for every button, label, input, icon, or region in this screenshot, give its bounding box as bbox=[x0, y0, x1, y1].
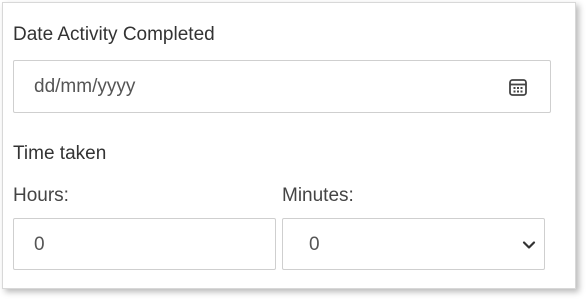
date-activity-label: Date Activity Completed bbox=[13, 24, 215, 45]
hours-label: Hours: bbox=[13, 185, 69, 206]
minutes-value: 0 bbox=[309, 234, 320, 255]
minutes-label: Minutes: bbox=[282, 185, 354, 206]
hours-input[interactable]: 0 bbox=[13, 218, 276, 270]
activity-form-panel: Date Activity Completed dd/mm/yyyy Time … bbox=[2, 2, 576, 289]
date-placeholder: dd/mm/yyyy bbox=[34, 76, 136, 97]
date-completed-input[interactable]: dd/mm/yyyy bbox=[13, 60, 551, 113]
calendar-icon[interactable] bbox=[508, 77, 528, 97]
time-taken-label: Time taken bbox=[13, 143, 107, 164]
hours-value: 0 bbox=[34, 234, 45, 255]
chevron-down-icon bbox=[522, 241, 536, 249]
minutes-select[interactable]: 0 bbox=[282, 218, 545, 270]
